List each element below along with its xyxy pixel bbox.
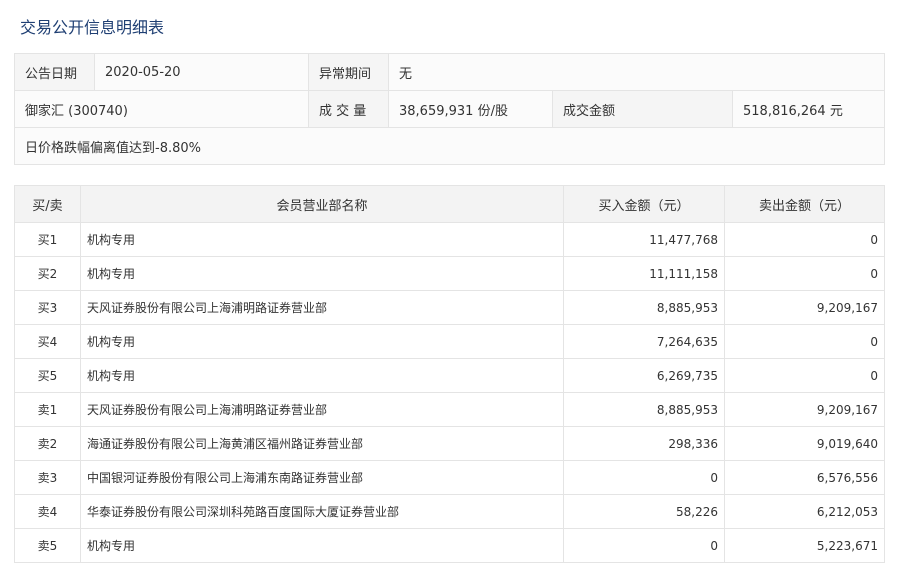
table-row: 买3 天风证券股份有限公司上海浦明路证券营业部 8,885,953 9,209,… xyxy=(14,290,885,325)
row-sell-amount: 5,223,671 xyxy=(724,528,885,563)
stock-name: 御家汇 (300740) xyxy=(14,90,309,128)
row-branch-name: 中国银河证券股份有限公司上海浦东南路证券营业部 xyxy=(80,460,564,495)
row-buy-amount: 8,885,953 xyxy=(563,290,725,325)
table-row: 卖3 中国银河证券股份有限公司上海浦东南路证券营业部 0 6,576,556 xyxy=(14,460,885,495)
row-sell-amount: 9,019,640 xyxy=(724,426,885,461)
table-row: 卖2 海通证券股份有限公司上海黄浦区福州路证券营业部 298,336 9,019… xyxy=(14,426,885,461)
row-sell-amount: 9,209,167 xyxy=(724,290,885,325)
row-sell-amount: 9,209,167 xyxy=(724,392,885,427)
header-buy-amount: 买入金额（元） xyxy=(563,185,725,223)
row-buy-amount: 8,885,953 xyxy=(563,392,725,427)
date-label: 公告日期 xyxy=(14,53,95,91)
row-side: 卖4 xyxy=(14,494,81,529)
row-side: 买2 xyxy=(14,256,81,291)
row-side: 买1 xyxy=(14,222,81,257)
amount-value: 518,816,264 元 xyxy=(731,90,886,128)
table-row: 买2 机构专用 11,111,158 0 xyxy=(14,256,885,291)
abnormal-period-value: 无 xyxy=(387,53,886,91)
table-row: 卖4 华泰证券股份有限公司深圳科苑路百度国际大厦证券营业部 58,226 6,2… xyxy=(14,494,885,529)
table-row: 买4 机构专用 7,264,635 0 xyxy=(14,324,885,359)
table-row: 卖1 天风证券股份有限公司上海浦明路证券营业部 8,885,953 9,209,… xyxy=(14,392,885,427)
row-buy-amount: 0 xyxy=(563,528,725,563)
row-branch-name: 海通证券股份有限公司上海黄浦区福州路证券营业部 xyxy=(80,426,564,461)
row-side: 卖5 xyxy=(14,528,81,563)
row-buy-amount: 298,336 xyxy=(563,426,725,461)
row-side: 买4 xyxy=(14,324,81,359)
table-row: 买1 机构专用 11,477,768 0 xyxy=(14,222,885,257)
row-buy-amount: 6,269,735 xyxy=(563,358,725,393)
summary-row-stock: 御家汇 (300740) 成 交 量 38,659,931 份/股 成交金额 5… xyxy=(14,90,886,128)
row-side: 卖2 xyxy=(14,426,81,461)
volume-label: 成 交 量 xyxy=(308,90,389,128)
row-branch-name: 机构专用 xyxy=(80,324,564,359)
row-sell-amount: 6,212,053 xyxy=(724,494,885,529)
header-side: 买/卖 xyxy=(14,185,81,223)
table-row: 卖5 机构专用 0 5,223,671 xyxy=(14,528,885,563)
row-buy-amount: 11,111,158 xyxy=(563,256,725,291)
row-buy-amount: 7,264,635 xyxy=(563,324,725,359)
summary-row-date: 公告日期 2020-05-20 异常期间 无 xyxy=(14,53,886,91)
trading-detail-table: 买/卖 会员营业部名称 买入金额（元） 卖出金额（元） 买1 机构专用 11,4… xyxy=(14,185,885,563)
row-side: 卖3 xyxy=(14,460,81,495)
row-sell-amount: 0 xyxy=(724,256,885,291)
row-sell-amount: 0 xyxy=(724,358,885,393)
reason-text: 日价格跌幅偏离值达到-8.80% xyxy=(13,127,886,165)
row-side: 买5 xyxy=(14,358,81,393)
row-branch-name: 天风证券股份有限公司上海浦明路证券营业部 xyxy=(80,290,564,325)
row-sell-amount: 6,576,556 xyxy=(724,460,885,495)
row-buy-amount: 0 xyxy=(563,460,725,495)
volume-value: 38,659,931 份/股 xyxy=(388,90,553,128)
row-branch-name: 华泰证券股份有限公司深圳科苑路百度国际大厦证券营业部 xyxy=(80,494,564,529)
summary-row-reason: 日价格跌幅偏离值达到-8.80% xyxy=(13,127,886,165)
row-branch-name: 机构专用 xyxy=(80,528,564,563)
row-sell-amount: 0 xyxy=(724,222,885,257)
row-buy-amount: 58,226 xyxy=(563,494,725,529)
row-side: 买3 xyxy=(14,290,81,325)
page-title: 交易公开信息明细表 xyxy=(20,18,165,37)
row-buy-amount: 11,477,768 xyxy=(563,222,725,257)
table-header-row: 买/卖 会员营业部名称 买入金额（元） 卖出金额（元） xyxy=(14,185,885,223)
row-branch-name: 天风证券股份有限公司上海浦明路证券营业部 xyxy=(80,392,564,427)
header-sell-amount: 卖出金额（元） xyxy=(724,185,885,223)
summary-table: 公告日期 2020-05-20 异常期间 无 御家汇 (300740) 成 交 … xyxy=(13,53,886,165)
header-branch-name: 会员营业部名称 xyxy=(80,185,564,223)
amount-label: 成交金额 xyxy=(552,90,733,128)
row-branch-name: 机构专用 xyxy=(80,358,564,393)
row-branch-name: 机构专用 xyxy=(80,256,564,291)
row-branch-name: 机构专用 xyxy=(80,222,564,257)
date-value: 2020-05-20 xyxy=(94,53,309,91)
table-row: 买5 机构专用 6,269,735 0 xyxy=(14,358,885,393)
row-sell-amount: 0 xyxy=(724,324,885,359)
abnormal-period-label: 异常期间 xyxy=(308,53,389,91)
row-side: 卖1 xyxy=(14,392,81,427)
